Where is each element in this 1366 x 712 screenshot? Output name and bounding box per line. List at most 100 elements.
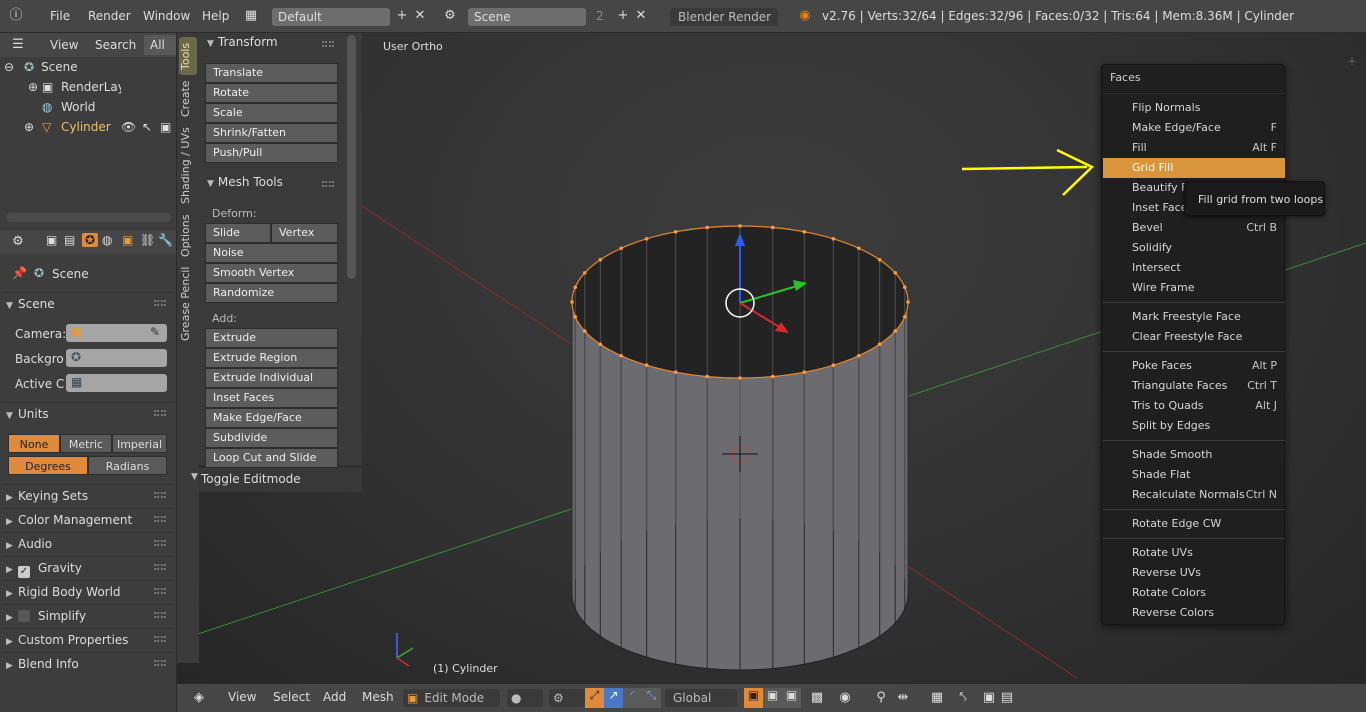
eyedropper-icon[interactable]: ✎ (150, 325, 160, 339)
extrude-individual-button[interactable]: Extrude Individual (205, 368, 338, 388)
units-panel-header[interactable]: ▼ Units (4, 402, 172, 424)
color-management-panel-header[interactable]: ▶ Color Management (4, 508, 172, 530)
menu-item-rotate-colors[interactable]: Rotate Colors (1103, 583, 1285, 603)
unit-none-button[interactable]: None (8, 434, 60, 453)
face-select-icon[interactable]: ▣ (782, 688, 801, 708)
menu-select[interactable]: Select (273, 690, 310, 704)
menu-item-clear-freestyle-face[interactable]: Clear Freestyle Face (1103, 327, 1285, 347)
gravity-checkbox[interactable]: ✓ (18, 566, 30, 578)
menu-item-solidify[interactable]: Solidify (1103, 238, 1285, 258)
outliner-row-scene[interactable]: ⊖ ✪ Scene (0, 57, 176, 77)
simplify-panel-header[interactable]: ▶ Simplify (4, 604, 172, 626)
translate-button[interactable]: Translate (205, 63, 338, 83)
outliner-search-menu[interactable]: Search (95, 38, 136, 52)
menu-item-triangulate-faces[interactable]: Triangulate Faces Ctrl T (1103, 376, 1285, 396)
menu-item-poke-faces[interactable]: Poke Faces Alt P (1103, 356, 1285, 376)
menu-file[interactable]: File (50, 9, 70, 23)
info-editor-icon[interactable]: ⓘ (8, 8, 24, 24)
outliner-filter-dropdown[interactable]: All Sc (144, 35, 176, 55)
tab-tools[interactable]: Tools (179, 37, 197, 75)
menu-item-rotate-uvs[interactable]: Rotate UVs (1103, 543, 1285, 563)
cursor-select-icon[interactable]: ↖ (142, 117, 152, 137)
rotate-manipulator-icon[interactable]: ◜ (623, 688, 642, 708)
menu-item-mark-freestyle-face[interactable]: Mark Freestyle Face (1103, 307, 1285, 327)
modifiers-tab-icon[interactable]: 🔧 (158, 233, 173, 247)
object-tab-icon[interactable]: ▣ (122, 233, 133, 247)
pivot-dropdown[interactable]: ⚙ (549, 689, 585, 707)
menu-add[interactable]: Add (323, 690, 346, 704)
menu-item-recalculate-normals[interactable]: Recalculate Normals Ctrl N (1103, 485, 1285, 505)
inset-faces-button[interactable]: Inset Faces (205, 388, 338, 408)
shading-dropdown[interactable]: ● (507, 689, 543, 707)
opengl-render-icon[interactable]: ▣ (981, 690, 997, 706)
scale-manipulator-icon[interactable]: ⤡ (642, 688, 661, 708)
unit-imperial-button[interactable]: Imperial (112, 434, 167, 453)
orientation-dropdown[interactable]: Global (665, 689, 737, 707)
background-scene-field[interactable]: ✪ (66, 349, 167, 367)
outliner-editor-icon[interactable]: ☰ (10, 37, 26, 53)
active-clip-field[interactable]: ▦ (66, 374, 167, 392)
mode-dropdown[interactable]: ▣ Edit Mode (403, 689, 500, 707)
rotate-button[interactable]: Rotate (205, 83, 338, 103)
collapse-icon[interactable]: ⊖ (4, 57, 14, 77)
outliner-scrollbar[interactable] (6, 213, 171, 222)
menu-item-shade-flat[interactable]: Shade Flat (1103, 465, 1285, 485)
translate-manipulator-icon[interactable]: ↗ (604, 688, 623, 708)
menu-item-flip-normals[interactable]: Flip Normals (1103, 98, 1285, 118)
panel-grip-icon[interactable] (154, 516, 166, 522)
panel-grip-icon[interactable] (154, 612, 166, 618)
add-layout-icon[interactable]: + (394, 8, 410, 24)
extrude-region-button[interactable]: Extrude Region (205, 348, 338, 368)
viewport-corner-icon[interactable]: ＋ (1347, 53, 1357, 68)
opengl-animation-icon[interactable]: ▤ (999, 690, 1015, 706)
manipulator-toggle-icon[interactable]: ⤢ (585, 688, 604, 708)
menu-item-wire-frame[interactable]: Wire Frame (1103, 278, 1285, 298)
expand-icon[interactable]: ⊕ (24, 117, 34, 137)
scene-field[interactable]: Scene (468, 8, 586, 26)
menu-window[interactable]: Window (143, 9, 190, 23)
panel-grip-icon[interactable] (154, 300, 166, 306)
keying-sets-panel-header[interactable]: ▶ Keying Sets (4, 484, 172, 506)
menu-item-grid-fill[interactable]: Grid Fill (1103, 158, 1285, 178)
screen-layout-icon[interactable]: ▦ (243, 8, 259, 24)
panel-grip-icon[interactable] (154, 410, 166, 416)
simplify-checkbox[interactable] (18, 610, 30, 622)
menu-item-reverse-colors[interactable]: Reverse Colors (1103, 603, 1285, 623)
panel-grip-icon[interactable] (154, 492, 166, 498)
menu-item-rotate-edge-cw[interactable]: Rotate Edge CW (1103, 514, 1285, 534)
snap-target-icon[interactable]: ⤣ (955, 690, 971, 706)
camera-field[interactable]: ▣ ✎ (66, 324, 167, 342)
snap-element-icon[interactable]: ▦ (929, 690, 945, 706)
randomize-button[interactable]: Randomize (205, 283, 338, 303)
eye-icon[interactable]: 👁 (121, 117, 136, 137)
slide-edge-button[interactable]: Slide Edge (205, 223, 271, 257)
outliner-row-world[interactable]: ◍ World (0, 97, 176, 117)
expand-icon[interactable]: ⊕ (28, 77, 38, 97)
layout-field[interactable]: Default (272, 8, 390, 26)
loop-cut-slide-button[interactable]: Loop Cut and Slide (205, 448, 338, 468)
pin-icon[interactable]: 📌 (12, 266, 27, 280)
degrees-button[interactable]: Degrees (8, 456, 88, 475)
scale-button[interactable]: Scale (205, 103, 338, 123)
shrink-fatten-button[interactable]: Shrink/Fatten (205, 123, 338, 143)
blend-info-panel-header[interactable]: ▶ Blend Info (4, 652, 172, 674)
menu-render[interactable]: Render (88, 9, 131, 23)
panel-grip-icon[interactable] (154, 540, 166, 546)
menu-item-intersect[interactable]: Intersect (1103, 258, 1285, 278)
tab-create[interactable]: Create (179, 79, 197, 119)
limit-selection-icon[interactable]: ▩ (809, 690, 825, 706)
proportional-edit-icon[interactable]: ◉ (837, 690, 853, 706)
panel-grip-icon[interactable] (154, 660, 166, 666)
panel-grip-icon[interactable] (154, 564, 166, 570)
rigid-body-world-panel-header[interactable]: ▶ Rigid Body World (4, 580, 172, 602)
subdivide-button[interactable]: Subdivide (205, 428, 338, 448)
audio-panel-header[interactable]: ▶ Audio (4, 532, 172, 554)
scene-icon[interactable]: ⚙ (442, 8, 458, 24)
slide-vertex-button[interactable]: Vertex (271, 223, 338, 243)
scene-tab-icon[interactable]: ✪ (82, 233, 98, 247)
outliner-row-cylinder[interactable]: ⊕ ▽ Cylinder 👁 ↖ ▣ (0, 117, 176, 137)
unit-metric-button[interactable]: Metric (60, 434, 112, 453)
camera-render-icon[interactable]: ▣ (160, 117, 171, 137)
menu-item-shade-smooth[interactable]: Shade Smooth (1103, 445, 1285, 465)
make-edge-face-button[interactable]: Make Edge/Face (205, 408, 338, 428)
